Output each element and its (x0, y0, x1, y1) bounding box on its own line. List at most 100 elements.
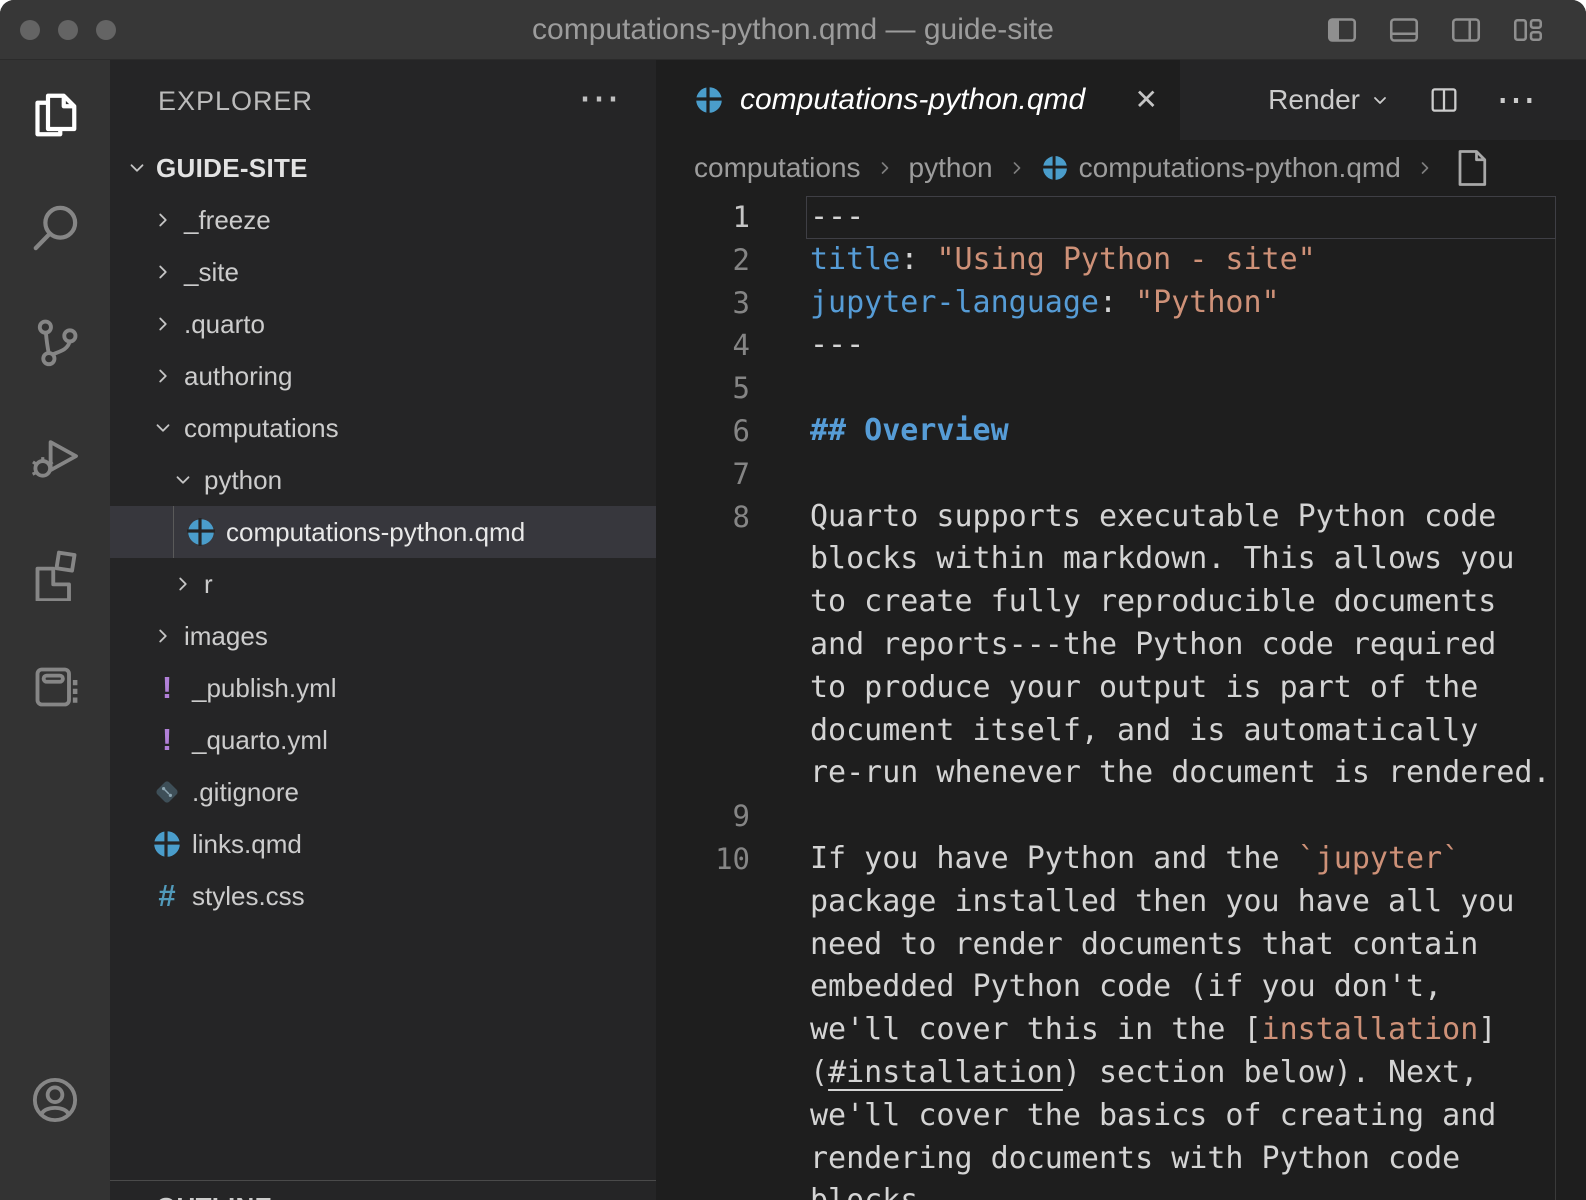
code-row[interactable]: need to render documents that contain (656, 924, 1586, 967)
more-actions-button[interactable]: ⋯ (1496, 80, 1536, 120)
tree-item-links-qmd[interactable]: links.qmd (110, 818, 656, 870)
yaml-file-icon: ! (152, 673, 182, 703)
tree-item-computations-python-qmd[interactable]: computations-python.qmd (110, 506, 656, 558)
code-row[interactable]: we'll cover this in the [installation] (656, 1009, 1586, 1052)
line-number: 8 (656, 496, 750, 539)
line-number: 4 (656, 324, 750, 367)
activity-item-extensions[interactable] (27, 545, 83, 601)
css-file-icon: # (152, 881, 182, 911)
quarto-file-icon (1041, 154, 1069, 182)
breadcrumb-computations-python-qmd[interactable]: computations-python.qmd (1041, 152, 1401, 184)
tree-item-r[interactable]: r (110, 558, 656, 610)
layout-panel-bottom-icon[interactable] (1386, 12, 1422, 48)
tree-item-label: styles.css (192, 881, 305, 912)
split-editor-icon[interactable] (1428, 84, 1460, 116)
activity-item-explorer[interactable] (27, 87, 83, 143)
line-number: 6 (656, 410, 750, 453)
code-row[interactable]: embedded Python code (if you don't, (656, 966, 1586, 1009)
breadcrumb-label: computations-python.qmd (1079, 152, 1401, 184)
account-icon (27, 1072, 83, 1128)
activity-item-search[interactable] (27, 200, 83, 256)
code-row[interactable]: package installed then you have all you (656, 881, 1586, 924)
layout-sidebar-left-icon[interactable] (1324, 12, 1360, 48)
tree-root-guide-site[interactable]: GUIDE-SITE (110, 142, 656, 194)
tree-item-label: .gitignore (192, 777, 299, 808)
tree-item-label: computations (184, 413, 339, 444)
chevron-right-icon (152, 209, 174, 231)
tree-item-python[interactable]: python (110, 454, 656, 506)
code-row[interactable]: 9 (656, 795, 1586, 838)
tree-item--site[interactable]: _site (110, 246, 656, 298)
close-tab-icon[interactable]: ✕ (1135, 86, 1158, 114)
tree-item-computations[interactable]: computations (110, 402, 656, 454)
activity-item-notebooks[interactable] (27, 659, 83, 715)
code-row[interactable]: to produce your output is part of the (656, 667, 1586, 710)
code-row[interactable]: rendering documents with Python code (656, 1138, 1586, 1181)
tree-item-label: _quarto.yml (192, 725, 328, 756)
code-row[interactable]: (#installation) section below). Next, (656, 1052, 1586, 1095)
code-row[interactable]: blocks within markdown. This allows you (656, 538, 1586, 581)
line-content: title: "Using Python - site" (750, 239, 1316, 282)
line-content: need to render documents that contain (750, 924, 1478, 967)
chevron-right-icon (172, 573, 194, 595)
line-content: we'll cover the basics of creating and (750, 1095, 1496, 1138)
chevron-right-icon (152, 261, 174, 283)
code-row[interactable]: 6## Overview (656, 410, 1586, 453)
chevron-down-icon (152, 417, 174, 439)
source-control-icon (27, 314, 83, 370)
chevron-down-icon (1368, 88, 1392, 112)
activity-item-source-control[interactable] (27, 314, 83, 370)
tab-computations-python-qmd[interactable]: computations-python.qmd ✕ (656, 60, 1180, 140)
activity-item-run-debug[interactable] (27, 429, 83, 485)
tree-item--freeze[interactable]: _freeze (110, 194, 656, 246)
tree-item--gitignore[interactable]: .gitignore (110, 766, 656, 818)
line-content: blocks. (750, 1180, 936, 1200)
code-row[interactable]: 3jupyter-language: "Python" (656, 282, 1586, 325)
code-row[interactable]: re-run whenever the document is rendered… (656, 752, 1586, 795)
code-row[interactable]: 8Quarto supports executable Python code (656, 496, 1586, 539)
code-row[interactable]: document itself, and is automatically (656, 710, 1586, 753)
code-row[interactable]: to create fully reproducible documents (656, 581, 1586, 624)
line-number: 7 (656, 453, 750, 496)
code-row[interactable]: 7 (656, 453, 1586, 496)
outline-header[interactable]: OUTLINE (110, 1181, 656, 1200)
quarto-file-icon (694, 85, 724, 115)
tree-item-styles-css[interactable]: # styles.css (110, 870, 656, 922)
vscode-window: computations-python.qmd — guide-site EXP… (0, 0, 1586, 1200)
code-row[interactable]: 1--- (656, 196, 1586, 239)
layout-sidebar-right-icon[interactable] (1448, 12, 1484, 48)
chevron-down-icon (126, 157, 148, 179)
extensions-icon (27, 545, 83, 601)
chevron-right-icon (152, 313, 174, 335)
chevron-right-icon (1007, 158, 1027, 178)
line-content: package installed then you have all you (750, 881, 1514, 924)
tree-item-images[interactable]: images (110, 610, 656, 662)
render-button[interactable]: Render (1268, 84, 1392, 116)
chevron-right-icon (875, 158, 895, 178)
code-row[interactable]: 4--- (656, 324, 1586, 367)
tree-item--quarto[interactable]: .quarto (110, 298, 656, 350)
activity-item-account[interactable] (27, 1072, 83, 1128)
code-editor[interactable]: 1---2title: "Using Python - site"3jupyte… (656, 196, 1586, 1200)
code-row[interactable]: and reports---the Python code required (656, 624, 1586, 667)
tree-item--publish-yml[interactable]: !_publish.yml (110, 662, 656, 714)
outline-label: OUTLINE (156, 1192, 272, 1200)
breadcrumb-python[interactable]: python (909, 152, 993, 184)
code-row[interactable]: we'll cover the basics of creating and (656, 1095, 1586, 1138)
line-number: 2 (656, 239, 750, 282)
layout-customize-icon[interactable] (1510, 12, 1546, 48)
line-content: to produce your output is part of the (750, 667, 1478, 710)
tree-item--quarto-yml[interactable]: !_quarto.yml (110, 714, 656, 766)
explorer-more-actions-button[interactable]: ⋯ (578, 60, 620, 136)
sidebar-title: EXPLORER (158, 60, 313, 142)
code-row[interactable]: 10If you have Python and the `jupyter` (656, 838, 1586, 881)
code-row[interactable]: 5 (656, 367, 1586, 410)
code-row[interactable]: 2title: "Using Python - site" (656, 239, 1586, 282)
breadcrumb-computations[interactable]: computations (694, 152, 861, 184)
line-content: and reports---the Python code required (750, 624, 1496, 667)
tree-item-authoring[interactable]: authoring (110, 350, 656, 402)
line-content: embedded Python code (if you don't, (750, 966, 1442, 1009)
search-icon (27, 200, 83, 256)
code-row[interactable]: blocks. (656, 1180, 1586, 1200)
notebook-icon (27, 659, 83, 715)
